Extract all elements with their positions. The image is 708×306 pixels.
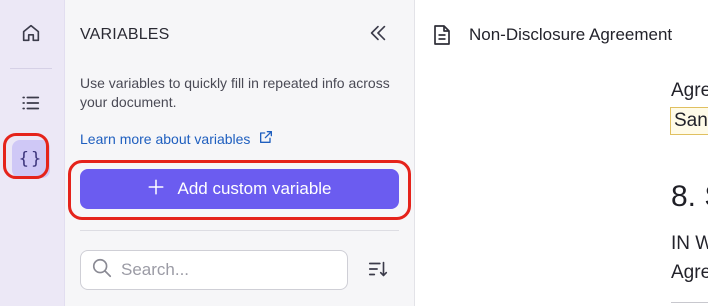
learn-more-link[interactable]: Learn more about variables xyxy=(80,129,274,148)
search-box[interactable] xyxy=(80,250,348,290)
app-window: {} VARIABLES Use variables to quickly fi… xyxy=(0,0,708,306)
search-input[interactable] xyxy=(119,259,343,281)
home-icon xyxy=(20,22,42,44)
document-icon xyxy=(432,24,452,51)
add-button-label: Add custom variable xyxy=(177,179,332,198)
search-icon xyxy=(91,257,113,284)
variables-button-highlight xyxy=(3,133,49,179)
sort-icon xyxy=(367,258,389,285)
collapse-panel-button[interactable] xyxy=(365,22,391,48)
panel-description: Use variables to quickly fill in repeate… xyxy=(80,75,390,110)
variables-panel: VARIABLES Use variables to quickly fill … xyxy=(65,0,415,306)
add-custom-variable-button[interactable]: Add custom variable xyxy=(80,169,399,209)
double-chevron-left-icon xyxy=(367,22,389,49)
plus-icon xyxy=(147,178,165,201)
learn-more-label: Learn more about variables xyxy=(80,130,251,147)
document-title: Non-Disclosure Agreement xyxy=(469,25,673,44)
document-body: Agre San 8. S IN W Agre xyxy=(670,0,708,306)
section-heading: 8. S xyxy=(671,180,708,213)
document-header: Non-Disclosure Agreement xyxy=(415,0,708,68)
document-line: Agre xyxy=(671,262,708,283)
icon-rail: {} xyxy=(0,0,65,306)
document-area: Non-Disclosure Agreement Agre San 8. S I… xyxy=(415,0,708,306)
sort-button[interactable] xyxy=(365,258,391,284)
document-line: IN W xyxy=(671,233,708,254)
panel-title: VARIABLES xyxy=(80,26,170,43)
list-icon xyxy=(20,92,42,114)
panel-divider xyxy=(80,230,399,231)
document-line: Agre xyxy=(671,80,708,101)
variable-field[interactable]: San xyxy=(670,107,708,135)
document-rule xyxy=(671,302,708,303)
rail-divider xyxy=(10,68,52,69)
home-button[interactable] xyxy=(12,14,50,52)
external-link-icon xyxy=(258,129,274,148)
outline-button[interactable] xyxy=(12,84,50,122)
